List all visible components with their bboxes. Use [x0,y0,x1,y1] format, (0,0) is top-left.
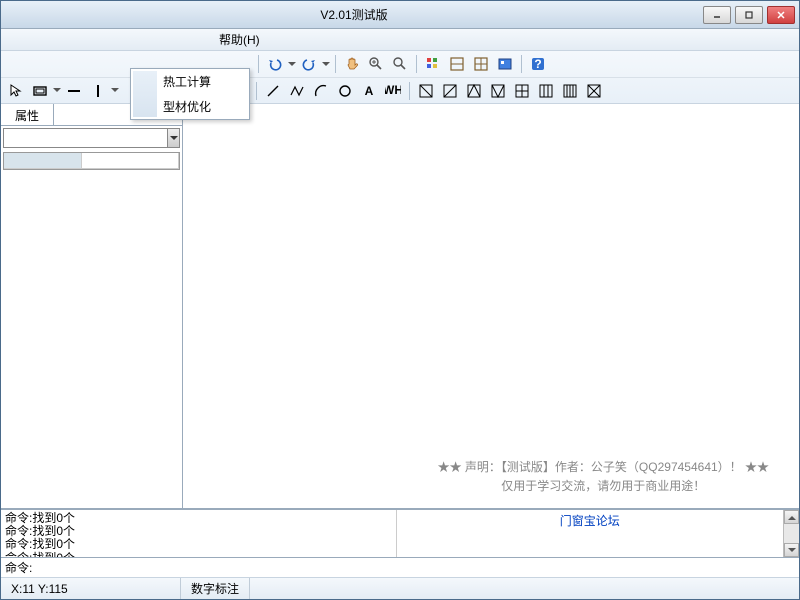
popup-item-thermal[interactable]: 热工计算 [131,69,249,94]
property-combo-input[interactable] [4,129,167,147]
hand-icon[interactable] [341,53,363,75]
minimize-button[interactable] [703,6,731,24]
popup-item-profile-opt[interactable]: 型材优化 [131,94,249,119]
shape-4-icon[interactable] [487,80,509,102]
app-window: V2.01测试版 帮助(H) ? [0,0,800,600]
chevron-down-icon[interactable] [167,129,179,147]
undo-dropdown[interactable] [288,53,296,75]
undo-button[interactable] [264,53,286,75]
menu-bar: 帮助(H) [1,29,799,51]
status-bar: X:11 Y:115 数字标注 [1,577,799,599]
grid-value-cell[interactable] [82,153,179,169]
status-coords: X:11 Y:115 [1,578,181,599]
tool-icon-b[interactable] [470,53,492,75]
log-line: 命令:找到0个 [5,538,392,551]
command-input-row: 命令: [1,557,799,577]
rect-dropdown[interactable] [53,80,61,102]
shape-5-icon[interactable] [511,80,533,102]
toolbar-separator [416,55,417,73]
toolbar-separator [335,55,336,73]
toolbar-area: ? A WH [1,51,799,104]
title-bar: V2.01测试版 [1,1,799,29]
main-area: 属性 ★★ 声明：【测试版】作者：公子笑（QQ297454641）！ ★★ 仅用… [1,104,799,509]
disclaimer-text: ★★ 声明：【测试版】作者：公子笑（QQ297454641）！ ★★ 仅用于学习… [438,458,769,496]
text-a-icon[interactable]: A [358,80,380,102]
hline-icon[interactable] [63,80,85,102]
palette-icon[interactable] [422,53,444,75]
command-input[interactable] [34,561,795,575]
toolbar-separator [256,82,257,100]
shape-8-icon[interactable] [583,80,605,102]
drawing-canvas[interactable]: ★★ 声明：【测试版】作者：公子笑（QQ297454641）！ ★★ 仅用于学习… [183,104,799,508]
command-area: 命令:找到0个 命令:找到0个 命令:找到0个 命令:找到0个 门窗宝论坛 命令… [1,509,799,577]
toolbar-row-1: ? [1,51,799,77]
property-grid [3,152,180,170]
window-buttons [703,6,795,24]
tab-properties[interactable]: 属性 [1,104,54,125]
shape-1-icon[interactable] [415,80,437,102]
window-title: V2.01测试版 [5,6,703,23]
circle-icon[interactable] [334,80,356,102]
redo-dropdown[interactable] [322,53,330,75]
table-row [4,153,179,169]
log-line: 命令:找到0个 [5,552,392,557]
maximize-button[interactable] [735,6,763,24]
scrollbar[interactable] [783,510,799,557]
redo-button[interactable] [298,53,320,75]
dropdown-popup: 热工计算 型材优化 [130,68,250,120]
disclaimer-line1: ★★ 声明：【测试版】作者：公子笑（QQ297454641）！ ★★ [438,458,769,477]
shape-7-icon[interactable] [559,80,581,102]
scroll-down-icon[interactable] [784,543,799,557]
status-mode: 数字标注 [181,578,250,599]
text-wh-icon[interactable]: WH [382,80,404,102]
line-dropdown[interactable] [111,80,119,102]
grid-header-cell [4,153,82,169]
zoom-fit-icon[interactable] [389,53,411,75]
left-panel: 属性 [1,104,183,508]
tool-icon-c[interactable] [494,53,516,75]
svg-text:?: ? [534,57,541,71]
toolbar-separator [258,55,259,73]
close-button[interactable] [767,6,795,24]
svg-text:WH: WH [385,83,401,97]
menu-help[interactable]: 帮助(H) [211,29,268,50]
toolbar-separator [409,82,410,100]
zoom-in-icon[interactable] [365,53,387,75]
pointer-icon[interactable] [5,80,27,102]
forum-link[interactable]: 门窗宝论坛 [560,512,620,529]
polyline-icon[interactable] [286,80,308,102]
diag-line-icon[interactable] [262,80,284,102]
forum-panel: 门窗宝论坛 [397,510,784,557]
command-label: 命令: [5,559,32,576]
command-log: 命令:找到0个 命令:找到0个 命令:找到0个 命令:找到0个 [1,510,397,557]
tool-icon-a[interactable] [446,53,468,75]
arc-icon[interactable] [310,80,332,102]
scroll-up-icon[interactable] [784,510,799,524]
shape-2-icon[interactable] [439,80,461,102]
shape-6-icon[interactable] [535,80,557,102]
svg-text:A: A [365,84,374,98]
toolbar-separator [521,55,522,73]
toolbar-row-2: A WH [1,77,799,103]
vline-icon[interactable] [87,80,109,102]
rect-tool-icon[interactable] [29,80,51,102]
command-split: 命令:找到0个 命令:找到0个 命令:找到0个 命令:找到0个 门窗宝论坛 [1,510,799,557]
disclaimer-line2: 仅用于学习交流，请勿用于商业用途！ [438,477,769,496]
shape-3-icon[interactable] [463,80,485,102]
help-icon[interactable]: ? [527,53,549,75]
property-combo[interactable] [3,128,180,148]
